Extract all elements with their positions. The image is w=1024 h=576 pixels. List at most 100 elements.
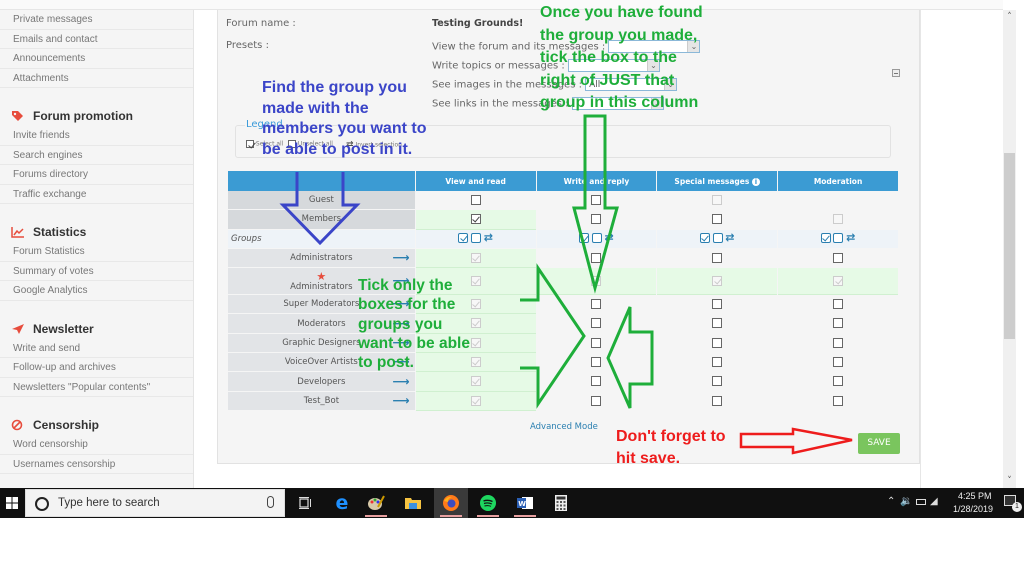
sidebar-item-attachments[interactable]: Attachments <box>0 69 193 88</box>
moderation-checkbox[interactable] <box>833 356 844 367</box>
annotation-line: right of JUST that <box>540 71 675 89</box>
info-icon[interactable]: i <box>751 177 760 186</box>
cell-view <box>415 210 536 230</box>
invert-selection-icon[interactable]: ⇄ <box>605 232 614 243</box>
clock-time[interactable]: 4:25 PM <box>958 491 992 501</box>
special-checkbox[interactable] <box>712 376 723 387</box>
select-all-checkbox[interactable] <box>579 233 590 244</box>
moderation-checkbox[interactable] <box>833 376 844 387</box>
cell-moderation <box>778 314 898 334</box>
special-checkbox[interactable] <box>712 395 723 406</box>
invert-selection-icon[interactable]: ⇄ <box>846 232 855 243</box>
write-checkbox[interactable] <box>591 318 602 329</box>
scrollbar[interactable]: ˄ ˅ <box>1003 10 1016 488</box>
moderation-checkbox[interactable] <box>833 337 844 348</box>
write-checkbox[interactable] <box>591 252 602 263</box>
wifi-icon[interactable]: ◢ <box>930 496 938 507</box>
special-checkbox[interactable] <box>712 356 723 367</box>
unselect-all-checkbox[interactable] <box>471 233 482 244</box>
annotation-line: Once you have found <box>540 4 703 21</box>
write-checkbox[interactable] <box>591 395 602 406</box>
task-view-button[interactable] <box>288 488 322 518</box>
write-checkbox[interactable] <box>591 337 602 348</box>
battery-icon[interactable] <box>916 499 926 505</box>
write-checkbox[interactable] <box>591 356 602 367</box>
special-checkbox[interactable] <box>712 337 723 348</box>
special-checkbox[interactable] <box>712 299 723 310</box>
calculator-icon <box>555 495 567 511</box>
scrollbar-thumb[interactable] <box>1004 153 1015 339</box>
scroll-up-icon[interactable]: ˄ <box>1003 10 1016 24</box>
checkbox-checked-icon <box>246 140 254 148</box>
advanced-mode-link[interactable]: Advanced Mode <box>530 422 598 432</box>
sidebar-item-popular-contents[interactable]: Newsletters "Popular contents" <box>0 378 193 397</box>
select-all-checkbox[interactable] <box>699 233 710 244</box>
sidebar-item-forums-directory[interactable]: Forums directory <box>0 165 193 185</box>
unselect-all-checkbox[interactable] <box>833 233 844 244</box>
write-checkbox[interactable] <box>591 299 602 310</box>
group-name: Administrators <box>290 253 353 264</box>
moderation-checkbox[interactable] <box>833 299 844 310</box>
sidebar-item-traffic-exchange[interactable]: Traffic exchange <box>0 185 193 204</box>
sidebar-item-write-and-send[interactable]: Write and send <box>0 339 193 358</box>
save-button[interactable]: SAVE <box>858 433 900 454</box>
write-checkbox[interactable] <box>591 194 602 205</box>
annotation-line: be able to post in it. <box>262 140 413 158</box>
taskbar-app-file-explorer[interactable] <box>396 488 430 518</box>
taskbar-app-calculator[interactable] <box>544 488 578 518</box>
table-row: VoiceOver Artists ⟶ <box>228 353 898 373</box>
annotation-line: boxes for the <box>358 296 456 314</box>
sidebar-item-emails-contact[interactable]: Emails and contact <box>0 30 193 49</box>
show-hidden-icons-icon[interactable]: ⌃ <box>887 496 895 507</box>
collapse-icon[interactable] <box>892 69 900 77</box>
clock-date[interactable]: 1/28/2019 <box>953 504 993 514</box>
sidebar-item-search-engines[interactable]: Search engines <box>0 146 193 165</box>
moderation-checkbox[interactable] <box>833 318 844 329</box>
sidebar-item-invite-friends[interactable]: Invite friends <box>0 126 193 146</box>
arrow-right-icon[interactable]: ⟶ <box>393 250 410 264</box>
sidebar-item-summary-of-votes[interactable]: Summary of votes <box>0 262 193 281</box>
taskbar-app-firefox[interactable] <box>434 488 468 518</box>
start-button[interactable] <box>0 488 25 518</box>
special-checkbox[interactable] <box>712 318 723 329</box>
taskbar-search-input[interactable]: Type here to search <box>25 489 285 517</box>
moderation-checkbox[interactable] <box>833 252 844 263</box>
arrow-right-icon[interactable]: ⟶ <box>393 374 410 388</box>
table-row: Guest <box>228 191 898 211</box>
sidebar-item-word-censorship[interactable]: Word censorship <box>0 435 193 455</box>
special-checkbox[interactable] <box>712 252 723 263</box>
sidebar-item-follow-up-archives[interactable]: Follow-up and archives <box>0 358 193 378</box>
moderation-checkbox[interactable] <box>833 395 844 406</box>
scroll-down-icon[interactable]: ˅ <box>1003 474 1016 488</box>
special-checkbox[interactable] <box>712 214 723 225</box>
view-checkbox[interactable] <box>470 214 481 225</box>
microphone-icon[interactable] <box>267 496 274 508</box>
cell-moderation <box>778 334 898 354</box>
sidebar-item-announcements[interactable]: Announcements <box>0 49 193 69</box>
unselect-all-checkbox[interactable] <box>712 233 723 244</box>
sidebar-item-forum-statistics[interactable]: Forum Statistics <box>0 242 193 262</box>
taskbar-app-spotify[interactable] <box>471 488 505 518</box>
select-all-checkbox[interactable] <box>458 233 469 244</box>
sidebar-item-private-messages[interactable]: Private messages <box>0 10 193 30</box>
invert-selection-icon[interactable]: ⇄ <box>725 232 734 243</box>
select-all-checkbox[interactable] <box>820 233 831 244</box>
volume-icon[interactable]: 🔉 <box>900 496 912 507</box>
taskbar-app-word[interactable]: W <box>508 488 542 518</box>
taskbar-app-paint[interactable] <box>359 488 393 518</box>
unselect-all-checkbox[interactable] <box>591 233 602 244</box>
invert-selection-icon[interactable]: ⇄ <box>484 232 493 243</box>
special-column-tools: ⇄ <box>657 229 778 249</box>
folder-icon <box>405 498 421 509</box>
column-header-view-read: View and read <box>415 171 536 191</box>
sidebar-item-usernames-censorship[interactable]: Usernames censorship <box>0 455 193 474</box>
table-row: Graphic Designers ⟶ <box>228 333 898 354</box>
write-checkbox[interactable] <box>591 214 602 225</box>
taskbar-app-edge[interactable]: e <box>325 488 359 518</box>
write-checkbox[interactable] <box>591 376 602 387</box>
view-checkbox <box>470 395 481 406</box>
arrow-right-icon[interactable]: ⟶ <box>393 393 410 407</box>
sidebar-item-google-analytics[interactable]: Google Analytics <box>0 281 193 301</box>
view-checkbox[interactable] <box>470 194 481 205</box>
group-name: Graphic Designers <box>282 337 361 348</box>
